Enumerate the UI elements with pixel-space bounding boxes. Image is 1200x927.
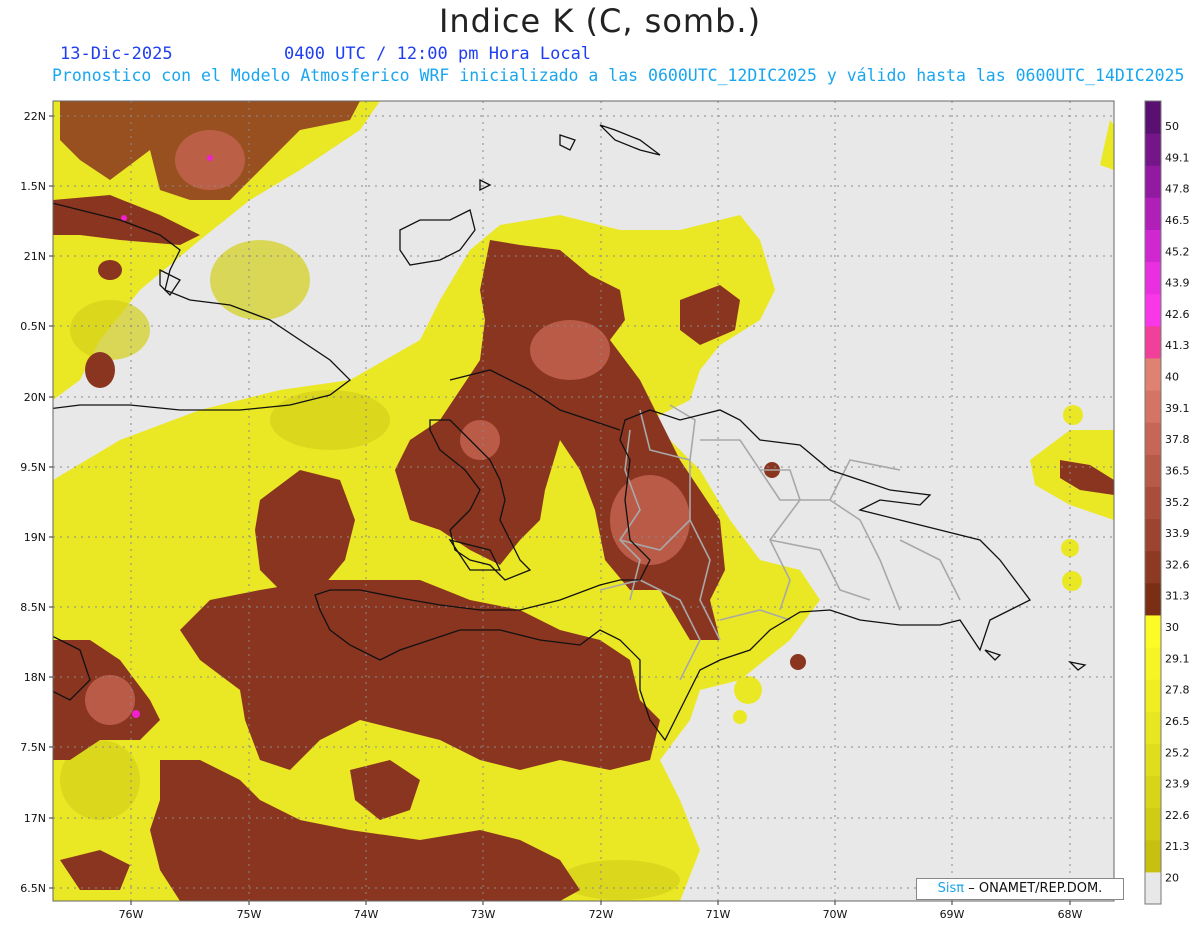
colorbar-swatch — [1145, 711, 1161, 744]
lat-label: 17N — [24, 812, 46, 825]
colorbar-swatch — [1145, 101, 1161, 134]
colorbar-label: 50 — [1165, 120, 1179, 133]
colorbar-label: 26.5 — [1165, 715, 1190, 728]
sispi-logo: Sisπ — [937, 881, 965, 896]
colorbar-swatch — [1145, 871, 1161, 905]
lon-label: 69W — [940, 908, 965, 921]
colorbar-swatch — [1145, 293, 1161, 327]
colorbar-label: 42.6 — [1165, 308, 1190, 321]
colorbar-swatch — [1145, 807, 1161, 841]
colorbar-label: 41.3 — [1165, 339, 1190, 352]
longitude-labels: 76W 75W 74W 73W 72W 71W 70W 69W 68W — [119, 908, 1083, 921]
onamet-credit: Sisπ – ONAMET/REP.DOM. — [916, 878, 1124, 900]
colorbar-label: 33.9 — [1165, 527, 1190, 540]
lat-label: 19N — [24, 531, 46, 544]
lon-label: 73W — [471, 908, 496, 921]
lon-label: 68W — [1058, 908, 1083, 921]
colorbar-swatch — [1145, 775, 1161, 809]
colorbar-swatch — [1145, 679, 1161, 712]
colorbar-label: 49.1 — [1165, 151, 1190, 164]
lon-label: 75W — [237, 908, 262, 921]
colorbar-swatch — [1145, 261, 1161, 295]
lon-label: 74W — [354, 908, 379, 921]
colorbar-swatch — [1145, 582, 1161, 616]
colorbar-label: 30 — [1165, 621, 1179, 634]
colorbar-label: 35.2 — [1165, 496, 1190, 509]
lat-label: 1.5N — [20, 180, 46, 193]
colorbar-swatch — [1145, 647, 1161, 680]
colorbar-swatch — [1145, 165, 1161, 198]
colorbar-label: 27.8 — [1165, 684, 1190, 697]
latitude-labels: 22N 1.5N 21N 0.5N 20N 9.5N 19N 8.5N 18N … — [20, 110, 46, 895]
colorbar-swatch — [1145, 454, 1161, 487]
colorbar-swatch — [1145, 614, 1161, 648]
colorbar-label: 21.3 — [1165, 840, 1190, 853]
lat-label: 18N — [24, 671, 46, 684]
lat-label: 6.5N — [20, 882, 46, 895]
colorbar-swatch — [1145, 518, 1161, 552]
colorbar-label: 20 — [1165, 872, 1179, 885]
colorbar-label: 23.9 — [1165, 778, 1190, 791]
credit-text: – ONAMET/REP.DOM. — [968, 881, 1103, 896]
colorbar-swatch — [1145, 486, 1161, 520]
colorbar-label: 25.2 — [1165, 746, 1190, 759]
colorbar-swatch — [1145, 390, 1161, 423]
colorbar-label: 29.1 — [1165, 652, 1190, 665]
colorbar-swatch — [1145, 133, 1161, 166]
colorbar-label: 22.6 — [1165, 809, 1190, 822]
lat-label: 8.5N — [20, 601, 46, 614]
colorbar-label: 37.8 — [1165, 433, 1190, 446]
colorbar-swatch — [1145, 422, 1161, 455]
colorbar-swatch — [1145, 325, 1161, 359]
colorbar-label: 45.2 — [1165, 245, 1190, 258]
lat-label: 20N — [24, 391, 46, 404]
lon-label: 71W — [706, 908, 731, 921]
lat-label: 22N — [24, 110, 46, 123]
colorbar-label: 39.1 — [1165, 402, 1190, 415]
colorbar-label: 32.6 — [1165, 558, 1190, 571]
colorbar-label: 36.5 — [1165, 464, 1190, 477]
lon-label: 72W — [589, 908, 614, 921]
colorbar-swatch — [1145, 743, 1161, 777]
colorbar-label: 31.3 — [1165, 590, 1190, 603]
colorbar-swatch — [1145, 357, 1161, 391]
colorbar-swatch — [1145, 839, 1161, 873]
colorbar-swatch — [1145, 550, 1161, 584]
lat-label: 7.5N — [20, 741, 46, 754]
colorbar-label: 47.8 — [1165, 183, 1190, 196]
lat-label: 9.5N — [20, 461, 46, 474]
colorbar-label: 43.9 — [1165, 277, 1190, 290]
lon-label: 70W — [823, 908, 848, 921]
lon-label: 76W — [119, 908, 144, 921]
colorbar: 50 49.1 47.8 46.5 45.2 43.9 42.6 41.3 40 39.1 37.8… — [1144, 100, 1190, 905]
k-index-map: 76W 75W 74W 73W 72W 71W 70W 69W 68W 22N … — [20, 100, 1190, 921]
colorbar-swatch — [1145, 197, 1161, 230]
colorbar-label: 46.5 — [1165, 214, 1190, 227]
lat-label: 21N — [24, 250, 46, 263]
colorbar-swatch — [1145, 229, 1161, 263]
colorbar-label: 40 — [1165, 371, 1179, 384]
lat-label: 0.5N — [20, 320, 46, 333]
